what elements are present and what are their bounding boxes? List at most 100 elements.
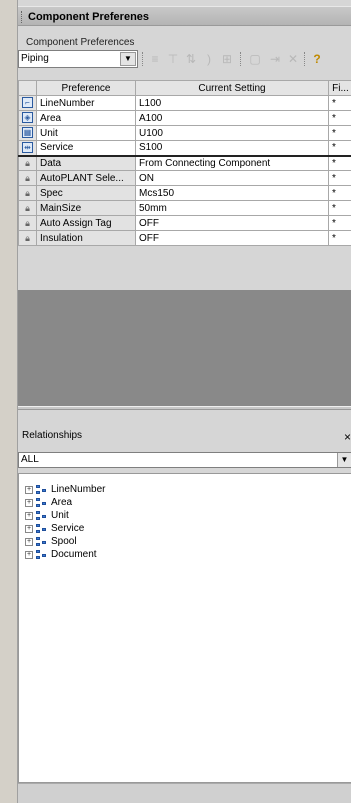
preferences-grid: Preference Current Setting Fi... ⌐ LineN… [18,80,351,246]
row-name: LineNumber [36,95,136,111]
row-value[interactable]: L100 [135,95,329,111]
tree-item-service[interactable]: + Service [25,523,84,535]
component-preferences-label: Component Preferences [26,37,135,48]
lock-icon: 🔒︎ [18,200,37,216]
lock-icon: 🔒︎ [18,185,37,201]
toolbar-separator [142,52,143,66]
new-document-icon[interactable]: ▢ [248,52,262,66]
row-name: AutoPLANT Sele... [36,170,136,186]
row-flag: * [328,110,351,126]
table-row[interactable]: 🔒︎ Insulation OFF * [18,230,351,246]
toolbar-separator [304,52,305,66]
hierarchy-icon [36,549,48,560]
tree-item-area[interactable]: + Area [25,497,72,509]
edit-icon[interactable]: ) [202,52,216,66]
row-flag: * [328,215,351,231]
row-name: Auto Assign Tag [36,215,136,231]
row-value[interactable]: ON [135,170,329,186]
chevron-down-icon[interactable]: ▼ [120,52,136,66]
grid-header-flag[interactable]: Fi... [328,80,351,96]
delete-icon[interactable]: ✕ [286,52,300,66]
row-value[interactable]: OFF [135,215,329,231]
grid-header-row: Preference Current Setting Fi... [18,80,351,96]
area-icon: ◈ [18,110,37,126]
category-select-value: Piping [21,53,49,64]
row-flag: * [328,200,351,216]
expand-icon[interactable]: + [25,511,33,520]
row-value[interactable]: S100 [135,140,329,157]
row-name: Area [36,110,136,126]
hierarchy-icon [36,523,48,534]
row-flag: * [328,230,351,246]
sort-icon[interactable]: ⇅ [184,52,198,66]
tree-item-linenumber[interactable]: + LineNumber [25,484,105,496]
hierarchy-icon [36,510,48,521]
row-value[interactable]: 50mm [135,200,329,216]
filter-icon[interactable]: ⊤ [166,52,180,66]
row-name: Data [36,155,136,171]
table-row[interactable]: 🔒︎ Spec Mcs150 * [18,185,351,201]
unit-icon: ▦ [18,125,37,141]
row-value[interactable]: A100 [135,110,329,126]
expand-icon[interactable]: + [25,524,33,533]
lock-icon: 🔒︎ [18,155,37,171]
relationships-filter-select[interactable]: ALL ▼ [18,452,351,468]
expand-icon[interactable]: + [25,498,33,507]
component-preferences-panel: Component Preferenes Component Preferenc… [17,0,351,803]
panel-titlebar[interactable]: Component Preferenes [18,6,351,26]
lock-icon: 🔒︎ [18,215,37,231]
toolbar: Piping ▼ ≡ ⊤ ⇅ ) ⊞ ▢ ⇥ ✕ ? [18,48,351,70]
help-icon[interactable]: ? [310,52,324,66]
table-row[interactable]: ⇹ Service S100 * [18,140,351,157]
expand-icon[interactable]: + [25,485,33,494]
row-name: Insulation [36,230,136,246]
row-flag: * [328,95,351,111]
export-icon[interactable]: ⇥ [268,52,282,66]
row-name: Unit [36,125,136,141]
row-flag: * [328,155,351,171]
grid-header-icon-column [18,80,37,96]
row-flag: * [328,140,351,157]
row-value[interactable]: OFF [135,230,329,246]
tree-item-document[interactable]: + Document [25,549,97,561]
table-row[interactable]: 🔒︎ MainSize 50mm * [18,200,351,216]
relationships-title: Relationships [22,430,83,441]
table-row[interactable]: 🔒︎ Data From Connecting Component * [18,155,351,171]
row-value[interactable]: From Connecting Component [135,155,329,171]
table-row[interactable]: ⌐ LineNumber L100 * [18,95,351,111]
hierarchy-icon [36,497,48,508]
expand-icon[interactable]: + [25,550,33,559]
tree-view-icon[interactable]: ⊞ [220,52,234,66]
tree-item-label: Document [51,549,97,560]
grid-header-current-setting[interactable]: Current Setting [135,80,329,96]
hierarchy-icon [36,536,48,547]
relationships-tree: + LineNumber + Area + Unit + Service + Spool … [18,473,351,783]
tree-item-label: Spool [51,536,77,547]
table-row[interactable]: ◈ Area A100 * [18,110,351,126]
grid-empty-area [18,290,351,406]
tree-item-label: Unit [51,510,69,521]
align-icon[interactable]: ≡ [148,52,162,66]
status-bar [18,783,351,803]
relationships-header: Relationships × [18,418,351,450]
grid-header-preference[interactable]: Preference [36,80,136,96]
row-name: Service [36,140,136,157]
row-value[interactable]: U100 [135,125,329,141]
pane-splitter[interactable] [18,406,351,410]
table-row[interactable]: 🔒︎ Auto Assign Tag OFF * [18,215,351,231]
table-row[interactable]: ▦ Unit U100 * [18,125,351,141]
row-flag: * [328,185,351,201]
line-number-icon: ⌐ [18,95,37,111]
expand-icon[interactable]: + [25,537,33,546]
tree-item-spool[interactable]: + Spool [25,536,77,548]
relationships-filter-value: ALL [21,454,39,465]
table-row[interactable]: 🔒︎ AutoPLANT Sele... ON * [18,170,351,186]
service-icon: ⇹ [18,140,37,157]
grip-handle-icon[interactable] [21,11,23,23]
close-icon[interactable]: × [344,430,351,444]
chevron-down-icon[interactable]: ▼ [337,453,351,467]
tree-item-unit[interactable]: + Unit [25,510,69,522]
category-select[interactable]: Piping ▼ [18,50,138,68]
row-value[interactable]: Mcs150 [135,185,329,201]
tree-item-label: LineNumber [51,484,106,495]
